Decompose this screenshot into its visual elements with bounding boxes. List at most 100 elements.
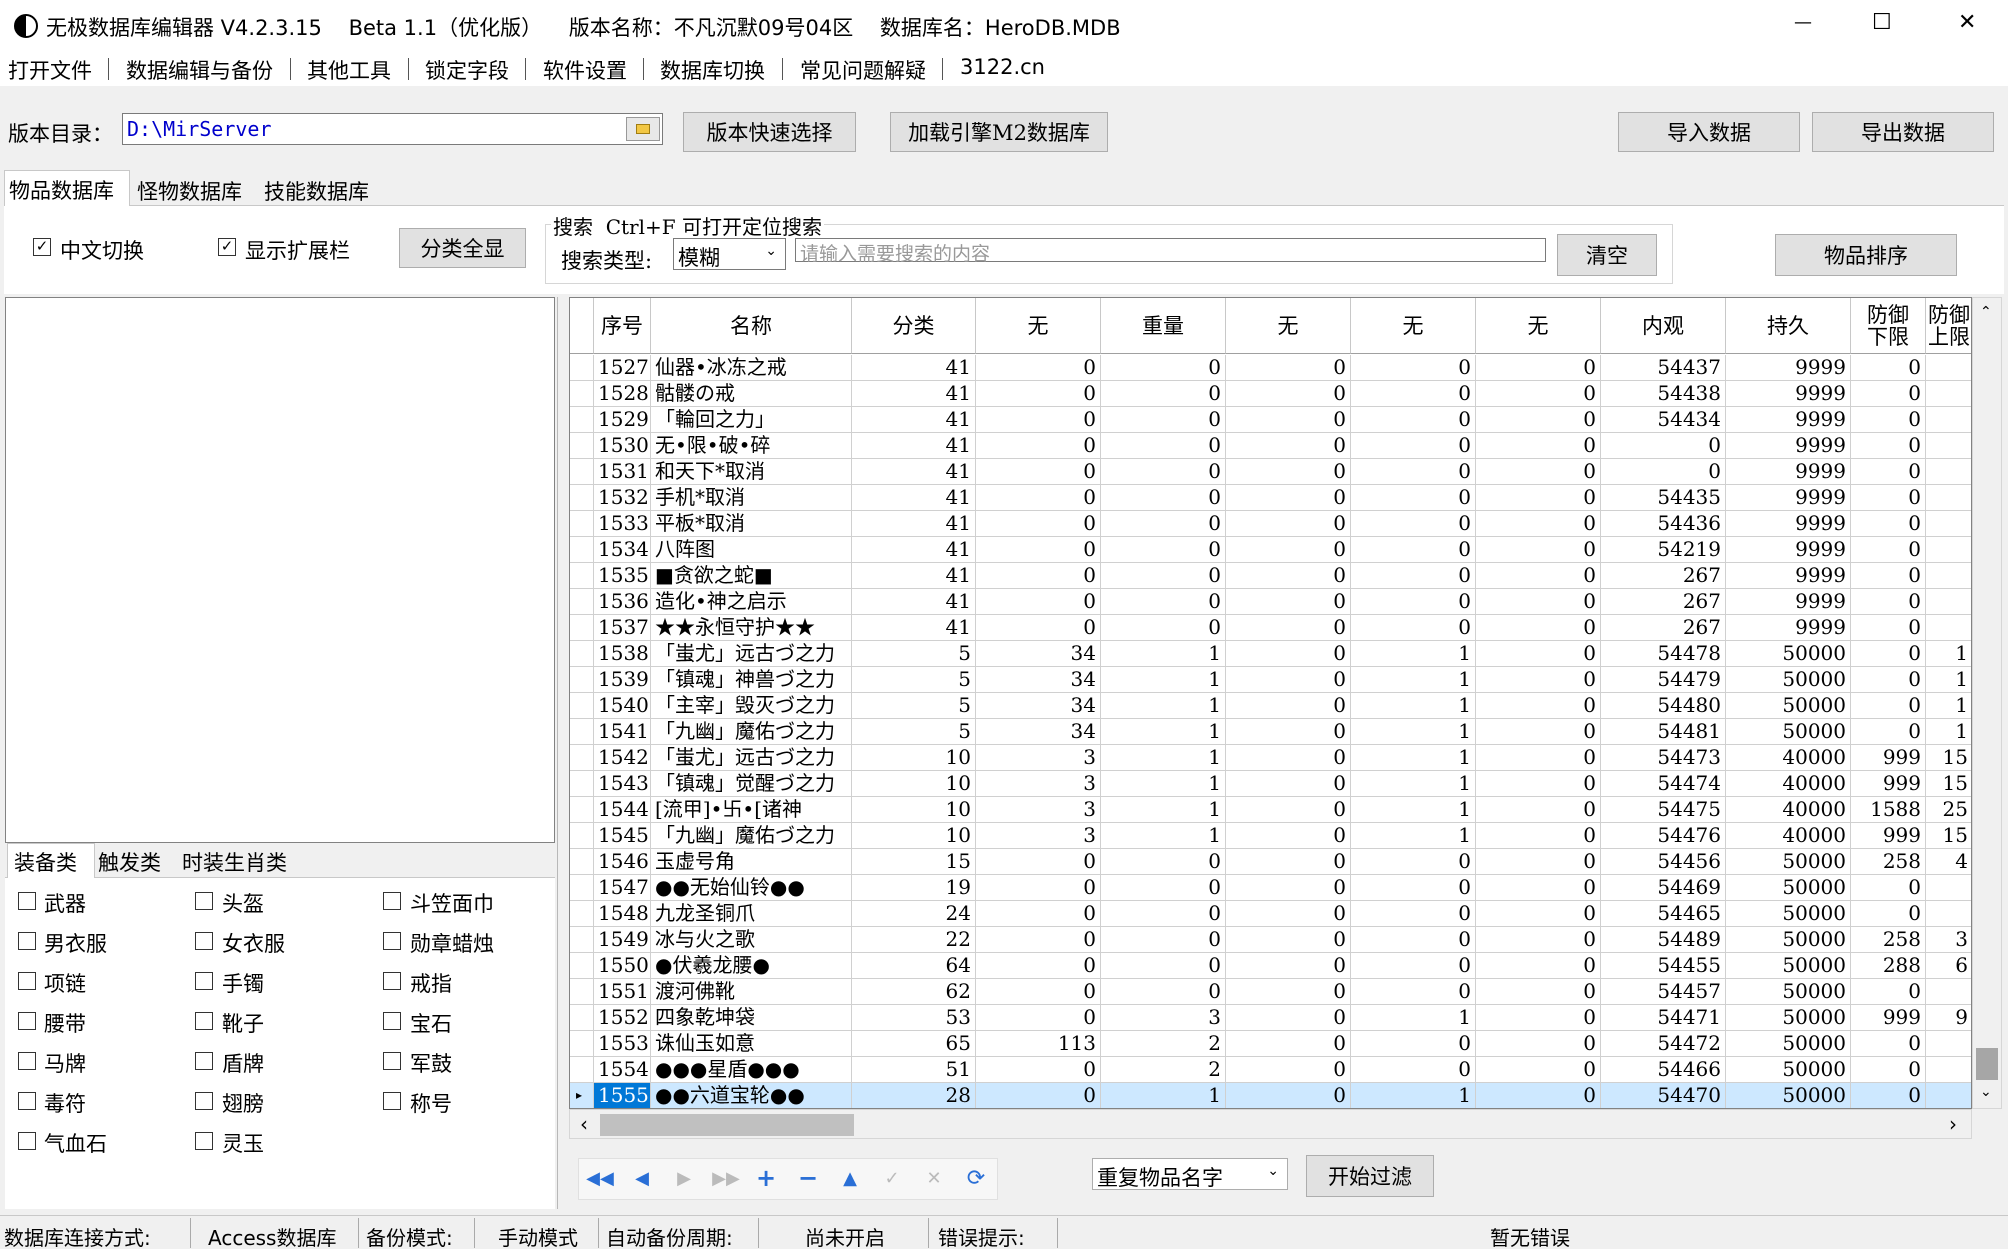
menu-faq[interactable]: 常见问题解疑 bbox=[800, 55, 926, 85]
table-cell[interactable]: 50000 bbox=[1726, 641, 1851, 667]
table-cell[interactable]: ●伏羲龙腰● bbox=[651, 953, 852, 979]
table-cell[interactable]: 0 bbox=[1476, 485, 1601, 511]
table-cell[interactable]: 1539 bbox=[594, 667, 651, 693]
table-cell[interactable]: 1 bbox=[1101, 771, 1226, 797]
import-data-button[interactable]: 导入数据 bbox=[1618, 112, 1800, 152]
table-cell[interactable]: 0 bbox=[1226, 615, 1351, 641]
table-cell[interactable]: 1536 bbox=[594, 589, 651, 615]
table-cell[interactable]: 0 bbox=[1351, 407, 1476, 433]
load-m2-db-button[interactable]: 加载引擎M2数据库 bbox=[890, 112, 1108, 152]
table-cell[interactable]: 0 bbox=[976, 563, 1101, 589]
vertical-scroll-thumb[interactable] bbox=[1976, 1048, 1998, 1080]
table-cell[interactable]: 22 bbox=[852, 927, 976, 953]
table-cell[interactable]: 0 bbox=[1851, 1057, 1926, 1083]
table-cell[interactable]: 0 bbox=[976, 849, 1101, 875]
table-cell[interactable]: 6 bbox=[1926, 953, 1971, 979]
table-cell[interactable]: 0 bbox=[1476, 563, 1601, 589]
nav-next-icon[interactable]: ▶ bbox=[666, 1160, 702, 1196]
table-cell[interactable]: 0 bbox=[1101, 381, 1226, 407]
row-selector[interactable] bbox=[570, 485, 594, 511]
table-cell[interactable]: 0 bbox=[1476, 953, 1601, 979]
table-cell[interactable]: 0 bbox=[1476, 979, 1601, 1005]
table-cell[interactable]: 0 bbox=[1351, 511, 1476, 537]
table-cell[interactable]: 0 bbox=[1476, 381, 1601, 407]
table-cell[interactable]: 0 bbox=[1476, 355, 1601, 381]
filter-type-select[interactable]: 重复物品名字 ⌄ bbox=[1092, 1158, 1288, 1190]
table-cell[interactable]: 0 bbox=[1476, 459, 1601, 485]
table-row[interactable]: 1549 冰与火之歌 22 0 0 0 0 0 54489 50000 258 3 bbox=[570, 927, 1971, 953]
category-checkbox-ring[interactable] bbox=[383, 972, 401, 990]
table-cell[interactable]: 0 bbox=[1101, 511, 1226, 537]
table-cell[interactable]: 1540 bbox=[594, 693, 651, 719]
table-cell[interactable]: 0 bbox=[1351, 589, 1476, 615]
table-cell[interactable]: [流甲]•卐•[诸神 bbox=[651, 797, 852, 823]
column-header[interactable]: 无 bbox=[1476, 298, 1601, 354]
table-cell[interactable]: 3 bbox=[976, 771, 1101, 797]
menu-db-switch[interactable]: 数据库切换 bbox=[660, 55, 765, 85]
table-cell[interactable]: 9999 bbox=[1726, 433, 1851, 459]
table-cell[interactable]: 41 bbox=[852, 615, 976, 641]
table-cell[interactable]: 267 bbox=[1601, 589, 1726, 615]
table-cell[interactable]: 0 bbox=[1851, 641, 1926, 667]
table-cell[interactable]: 50000 bbox=[1726, 979, 1851, 1005]
table-cell[interactable]: 50000 bbox=[1726, 875, 1851, 901]
item-sort-button[interactable]: 物品排序 bbox=[1775, 234, 1957, 276]
table-cell[interactable]: 999 bbox=[1851, 745, 1926, 771]
table-cell[interactable]: 3 bbox=[976, 745, 1101, 771]
table-cell[interactable]: 0 bbox=[976, 1083, 1101, 1108]
category-checkbox-hat[interactable] bbox=[383, 892, 401, 910]
row-selector[interactable] bbox=[570, 823, 594, 849]
table-cell[interactable]: 50000 bbox=[1726, 693, 1851, 719]
tab-skill-db[interactable]: 技能数据库 bbox=[264, 176, 369, 206]
table-cell[interactable]: 0 bbox=[1476, 1031, 1601, 1057]
table-cell[interactable]: 1 bbox=[1101, 719, 1226, 745]
nav-refresh-icon[interactable]: ⟳ bbox=[958, 1160, 994, 1196]
table-cell[interactable]: 0 bbox=[1101, 537, 1226, 563]
table-cell[interactable]: 0 bbox=[1851, 485, 1926, 511]
table-cell[interactable]: 0 bbox=[1476, 589, 1601, 615]
table-cell[interactable]: 0 bbox=[1351, 459, 1476, 485]
row-selector[interactable] bbox=[570, 537, 594, 563]
table-cell[interactable]: 34 bbox=[976, 667, 1101, 693]
table-cell[interactable]: 0 bbox=[1226, 875, 1351, 901]
table-cell[interactable]: 1529 bbox=[594, 407, 651, 433]
nav-edit-icon[interactable]: ▲ bbox=[832, 1160, 868, 1196]
table-cell[interactable]: 9999 bbox=[1726, 485, 1851, 511]
column-header[interactable]: 重量 bbox=[1101, 298, 1226, 354]
category-checkbox-helmet[interactable] bbox=[195, 892, 213, 910]
row-selector[interactable] bbox=[570, 563, 594, 589]
table-cell[interactable]: 5 bbox=[852, 641, 976, 667]
table-cell[interactable]: 0 bbox=[1851, 1083, 1926, 1108]
table-cell[interactable]: 「镇魂」神兽づ之力 bbox=[651, 667, 852, 693]
table-cell[interactable]: 54469 bbox=[1601, 875, 1726, 901]
table-cell[interactable]: 0 bbox=[1101, 589, 1226, 615]
table-cell[interactable]: 1538 bbox=[594, 641, 651, 667]
table-cell[interactable]: 0 bbox=[1101, 355, 1226, 381]
table-cell[interactable]: 10 bbox=[852, 797, 976, 823]
table-cell[interactable]: 0 bbox=[1476, 849, 1601, 875]
row-selector[interactable] bbox=[570, 407, 594, 433]
table-cell[interactable]: 0 bbox=[1476, 1005, 1601, 1031]
table-cell[interactable]: 258 bbox=[1851, 849, 1926, 875]
table-cell[interactable]: 24 bbox=[852, 901, 976, 927]
nav-cancel-icon[interactable]: ✕ bbox=[916, 1160, 952, 1196]
table-cell[interactable]: 54481 bbox=[1601, 719, 1726, 745]
table-cell[interactable]: 1 bbox=[1351, 719, 1476, 745]
table-cell[interactable]: 50000 bbox=[1726, 927, 1851, 953]
table-cell[interactable]: 15 bbox=[852, 849, 976, 875]
row-selector[interactable] bbox=[570, 667, 594, 693]
table-cell[interactable]: 0 bbox=[976, 979, 1101, 1005]
table-cell[interactable]: ★★永恒守护★★ bbox=[651, 615, 852, 641]
table-cell[interactable] bbox=[1926, 407, 1971, 433]
table-cell[interactable]: 1535 bbox=[594, 563, 651, 589]
table-cell[interactable]: 41 bbox=[852, 537, 976, 563]
table-cell[interactable]: 10 bbox=[852, 823, 976, 849]
table-cell[interactable]: 「蚩尤」远古づ之力 bbox=[651, 745, 852, 771]
table-cell[interactable] bbox=[1926, 459, 1971, 485]
category-checkbox-bracelet[interactable] bbox=[195, 972, 213, 990]
table-row[interactable]: 1537 ★★永恒守护★★ 41 0 0 0 0 0 267 9999 0 bbox=[570, 615, 1971, 641]
table-cell[interactable]: 1551 bbox=[594, 979, 651, 1005]
table-row[interactable]: 1547 ●●无始仙铃●● 19 0 0 0 0 0 54469 50000 0 bbox=[570, 875, 1971, 901]
table-cell[interactable]: 造化•神之启示 bbox=[651, 589, 852, 615]
table-cell[interactable]: 1 bbox=[1351, 667, 1476, 693]
